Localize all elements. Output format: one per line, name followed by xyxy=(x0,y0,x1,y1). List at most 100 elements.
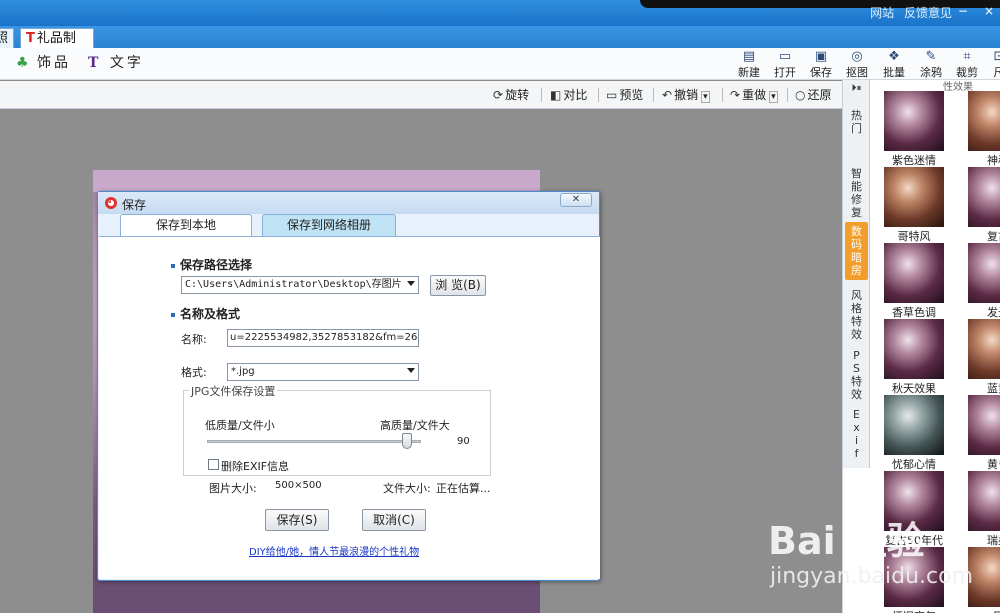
dialog-close-button[interactable]: ✕ xyxy=(560,193,592,207)
batch-button[interactable]: ❖ 批量 xyxy=(879,50,909,79)
effect-thumbnail[interactable]: 紫色迷情 xyxy=(884,91,944,167)
effect-preview-image xyxy=(968,319,1000,379)
effect-preview-image xyxy=(968,395,1000,455)
redo-button[interactable]: ↷ 重做 ▾ xyxy=(730,88,778,104)
quality-slider-thumb[interactable] xyxy=(401,433,412,449)
effect-label: 神秘 xyxy=(987,154,1000,167)
effect-label: 香草色调 xyxy=(892,306,936,319)
save-icon: ▣ xyxy=(814,49,828,64)
effect-thumbnail[interactable]: 神秘 xyxy=(968,91,1000,167)
text-button[interactable]: T 文字 xyxy=(88,54,144,72)
name-section-title: 名称及格式 xyxy=(171,305,240,322)
divider xyxy=(541,88,542,102)
browse-button[interactable]: 浏 览(B) xyxy=(430,275,486,296)
cancel-button[interactable]: 取消(C) xyxy=(362,509,426,531)
save-path-select[interactable]: C:\Users\Administrator\Desktop\存图片 xyxy=(181,276,419,294)
new-button[interactable]: ▤ 新建 xyxy=(734,50,764,79)
text-t-icon: T xyxy=(88,55,99,71)
effect-preview-image xyxy=(968,91,1000,151)
high-quality-label: 高质量/文件大 xyxy=(380,419,450,432)
close-window-icon[interactable]: × xyxy=(982,4,996,18)
file-name-input[interactable]: u=2225534982,3527853182&fm=26&gp=0_ xyxy=(227,329,419,347)
tab-gift[interactable]: T礼品制作 xyxy=(20,28,94,65)
save-toolbar-button[interactable]: ▣ 保存 xyxy=(806,50,836,79)
chevron-down-icon xyxy=(407,368,415,373)
feedback-link[interactable]: 反馈意见 xyxy=(904,6,952,20)
bullet-icon xyxy=(171,312,175,317)
collapse-panel-icon[interactable]: ⏵⏸ xyxy=(845,82,868,95)
effect-thumbnail[interactable]: 发光 xyxy=(968,243,1000,319)
remove-exif-checkbox[interactable] xyxy=(208,459,219,470)
tab-photo[interactable]: 照 xyxy=(0,28,14,48)
doodle-button[interactable]: ✎ 涂鸦 xyxy=(916,50,946,79)
effect-preview-image xyxy=(884,319,944,379)
clover-icon: ♣ xyxy=(16,55,29,71)
module-tabs: 照 T礼品制作 xyxy=(0,26,1000,65)
app-logo-icon: ◕ xyxy=(105,197,117,209)
redo-icon: ↷ xyxy=(730,88,741,102)
format-select[interactable]: *.jpg xyxy=(227,363,419,381)
side-tab-ps-effects[interactable]: PS特效 xyxy=(845,346,868,404)
restore-button[interactable]: ○ 还原 xyxy=(795,88,832,102)
side-tab-exif[interactable]: Exif xyxy=(845,405,868,463)
path-section-title: 保存路径选择 xyxy=(171,256,252,273)
effect-label: 秋天效果 xyxy=(892,382,936,395)
side-tab-label: PS特效 xyxy=(851,349,862,401)
divider xyxy=(787,88,788,102)
save-button[interactable]: 保存(S) xyxy=(265,509,329,531)
resize-button[interactable]: ⊡ 尺 xyxy=(984,50,1000,79)
side-tab-hot[interactable]: 热门 xyxy=(845,106,868,138)
side-tab-digital-darkroom[interactable]: 数码暗房 xyxy=(845,222,868,280)
crop-button[interactable]: ⌗ 裁剪 xyxy=(952,50,982,79)
image-size-label: 图片大小: xyxy=(209,482,257,495)
effect-preview-image xyxy=(968,167,1000,227)
side-tab-label: 热门 xyxy=(851,109,862,135)
format-label: 格式: xyxy=(181,366,207,379)
image-size-value: 500×500 xyxy=(275,480,322,491)
redo-dropdown-icon[interactable]: ▾ xyxy=(769,91,778,103)
cutout-button[interactable]: ◎ 抠图 xyxy=(842,50,872,79)
decoration-button[interactable]: ♣ 饰品 xyxy=(16,54,71,72)
effect-thumbnail[interactable]: 蓝黄 xyxy=(968,319,1000,395)
effect-thumbnail[interactable]: 哥特风 xyxy=(884,167,944,243)
effect-label: 蓝黄 xyxy=(987,382,1000,395)
effect-preview-image xyxy=(884,167,944,227)
effect-thumbnail[interactable]: 复古 xyxy=(968,167,1000,243)
dialog-body: 保存路径选择 C:\Users\Administrator\Desktop\存图… xyxy=(99,236,600,579)
undo-button[interactable]: ↶ 撤销 ▾ xyxy=(662,88,710,104)
effect-label: 发光 xyxy=(987,306,1000,319)
gift-icon: T xyxy=(26,31,35,46)
undo-dropdown-icon[interactable]: ▾ xyxy=(701,91,710,103)
preview-button[interactable]: ▭ 预览 xyxy=(606,88,643,102)
undo-icon: ↶ xyxy=(662,88,673,102)
effect-label: 忧郁心情 xyxy=(892,458,936,471)
bullet-icon xyxy=(171,263,175,268)
effect-label: 哥特风 xyxy=(897,230,931,243)
effect-label: 黄昏 xyxy=(987,458,1000,471)
effect-preview-image xyxy=(968,243,1000,303)
effect-thumbnail[interactable]: 秋天效果 xyxy=(884,319,944,395)
promo-link[interactable]: DIY给他/她，情人节最浪漫的个性礼物 xyxy=(249,543,419,558)
photo-bokeh-top xyxy=(93,170,540,192)
watermark-brand: Bai 经验 xyxy=(768,519,925,563)
minimize-icon[interactable]: − xyxy=(956,4,970,18)
divider xyxy=(598,88,599,102)
baidu-watermark: Bai 经验 jingyan.baidu.com xyxy=(768,510,998,610)
effect-thumbnail[interactable]: 忧郁心情 xyxy=(884,395,944,471)
main-toolbar: ♣ 饰品 T 文字 ▤ 新建 ▭ 打开 ▣ 保存 ◎ 抠图 ❖ 批量 ✎ 涂鸦 ⌗ 裁剪 ⊡ 尺 xyxy=(0,48,1000,80)
side-tab-smart-repair[interactable]: 智能修复 xyxy=(845,164,868,222)
tab-save-local[interactable]: 保存到本地 xyxy=(120,214,252,236)
side-tab-label: 数码暗房 xyxy=(851,225,862,277)
side-tab-style-effects[interactable]: 风格特效 xyxy=(845,286,868,344)
tab-save-online[interactable]: 保存到网络相册 xyxy=(262,214,396,236)
file-size-label: 文件大小: xyxy=(383,482,431,495)
effect-thumbnail[interactable]: 香草色调 xyxy=(884,243,944,319)
jpg-settings-legend: JPG文件保存设置 xyxy=(189,383,278,399)
side-tab-label: Exif xyxy=(853,408,860,460)
site-link[interactable]: 网站 xyxy=(870,6,894,20)
compare-button[interactable]: ◧ 对比 xyxy=(550,88,587,102)
rotate-button[interactable]: ⟳ 旋转 xyxy=(493,88,529,102)
quality-slider-track[interactable] xyxy=(207,440,421,443)
open-button[interactable]: ▭ 打开 xyxy=(770,50,800,79)
effect-thumbnail[interactable]: 黄昏 xyxy=(968,395,1000,471)
